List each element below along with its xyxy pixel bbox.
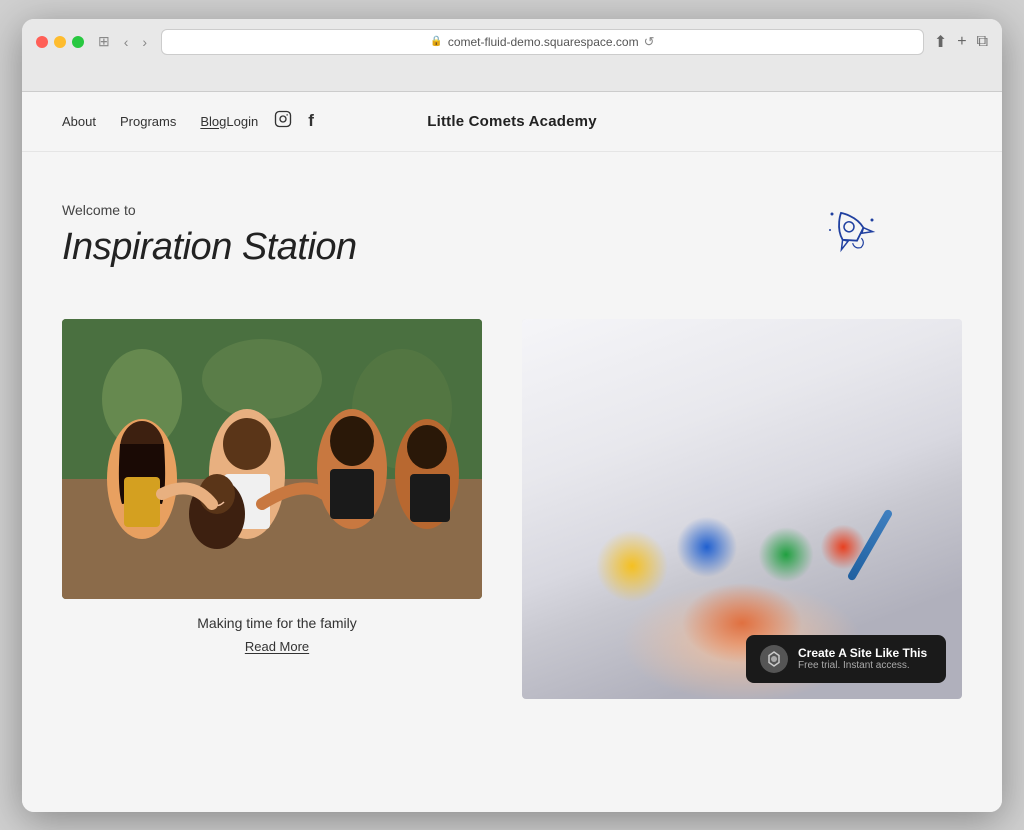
url-text: comet-fluid-demo.squarespace.com [448,35,639,49]
tab-bar [36,63,988,91]
new-tab-icon[interactable]: + [957,33,966,51]
browser-chrome: ⊞ ‹ › 🔒 comet-fluid-demo.squarespace.com… [22,19,1002,92]
nav-about[interactable]: About [62,114,96,129]
nav-login[interactable]: Login [226,114,258,129]
hero-section: Welcome to Inspiration Station [22,152,1002,299]
site-navigation: About Programs Blog Little Comets Academ… [22,92,1002,152]
browser-actions: ⬆ + ⧉ [934,32,988,52]
sq-subtitle: Free trial. Instant access. [798,660,927,671]
browser-controls: ⊞ ‹ › [94,31,151,52]
tabs-icon[interactable]: ⧉ [977,33,988,51]
blog-post-family: Making time for the family Read More [62,319,512,654]
blog-grid: Making time for the family Read More [22,299,1002,719]
address-bar[interactable]: 🔒 comet-fluid-demo.squarespace.com ↺ [161,29,924,55]
forward-button[interactable]: › [138,32,151,52]
post-caption: Making time for the family [62,615,492,631]
lock-icon: 🔒 [430,36,442,47]
sidebar-toggle-icon[interactable]: ⊞ [94,31,114,52]
close-button[interactable] [36,36,48,48]
nav-blog[interactable]: Blog [200,114,226,129]
nav-right: Login f [226,110,313,133]
family-image [62,319,482,599]
nav-programs[interactable]: Programs [120,114,176,129]
traffic-lights [36,36,84,48]
squarespace-banner[interactable]: Create A Site Like This Free trial. Inst… [746,635,946,683]
squarespace-logo [760,645,788,673]
instagram-icon[interactable] [274,110,292,133]
sq-title: Create A Site Like This [798,646,927,660]
rocket-icon [822,202,882,262]
facebook-icon[interactable]: f [308,111,314,131]
read-more-link[interactable]: Read More [62,639,492,654]
maximize-button[interactable] [72,36,84,48]
site-title[interactable]: Little Comets Academy [427,113,597,130]
share-icon[interactable]: ⬆ [934,32,947,52]
blog-post-art: Create A Site Like This Free trial. Inst… [512,319,962,699]
browser-window: ⊞ ‹ › 🔒 comet-fluid-demo.squarespace.com… [22,19,1002,812]
reload-button[interactable]: ↺ [644,34,655,50]
nav-left: About Programs Blog [62,114,226,129]
website-content: About Programs Blog Little Comets Academ… [22,92,1002,812]
back-button[interactable]: ‹ [120,32,133,52]
minimize-button[interactable] [54,36,66,48]
squarespace-banner-text: Create A Site Like This Free trial. Inst… [798,646,927,671]
